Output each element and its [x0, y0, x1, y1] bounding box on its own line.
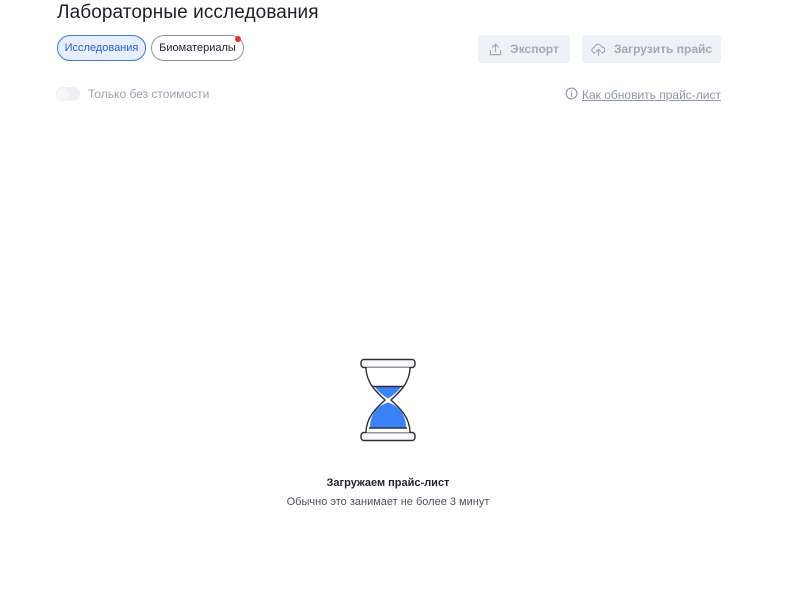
- loading-state: Загружаем прайс-лист Обычно это занимает…: [0, 358, 776, 508]
- info-icon: [565, 87, 578, 103]
- export-button[interactable]: Экспорт: [478, 35, 570, 63]
- tab-research[interactable]: Исследования: [57, 35, 146, 61]
- toggle-knob: [57, 88, 69, 100]
- tab-research-label: Исследования: [64, 42, 139, 54]
- page-title: Лабораторные исследования: [57, 2, 319, 23]
- tab-biomaterials-label: Биоматериалы: [159, 42, 236, 54]
- no-cost-label: Только без стоимости: [88, 87, 210, 101]
- notification-dot: [235, 36, 241, 42]
- hourglass-icon: [359, 358, 417, 447]
- upload-price-button-label: Загрузить прайс: [613, 42, 713, 56]
- no-cost-toggle[interactable]: [56, 87, 80, 101]
- how-to-update-link[interactable]: Как обновить прайс-лист: [565, 87, 721, 103]
- how-to-update-label: Как обновить прайс-лист: [581, 88, 721, 102]
- loading-title: Загружаем прайс-лист: [326, 477, 450, 489]
- export-button-label: Экспорт: [510, 42, 559, 56]
- upload-icon: [489, 43, 502, 56]
- loading-subtitle: Обычно это занимает не более 3 минут: [286, 496, 490, 508]
- no-cost-filter: Только без стоимости: [56, 87, 209, 101]
- page: Лабораторные исследования Исследования Б…: [0, 0, 800, 601]
- cloud-upload-icon: [591, 43, 606, 56]
- tab-biomaterials[interactable]: Биоматериалы: [151, 35, 244, 61]
- upload-price-button[interactable]: Загрузить прайс: [582, 35, 721, 63]
